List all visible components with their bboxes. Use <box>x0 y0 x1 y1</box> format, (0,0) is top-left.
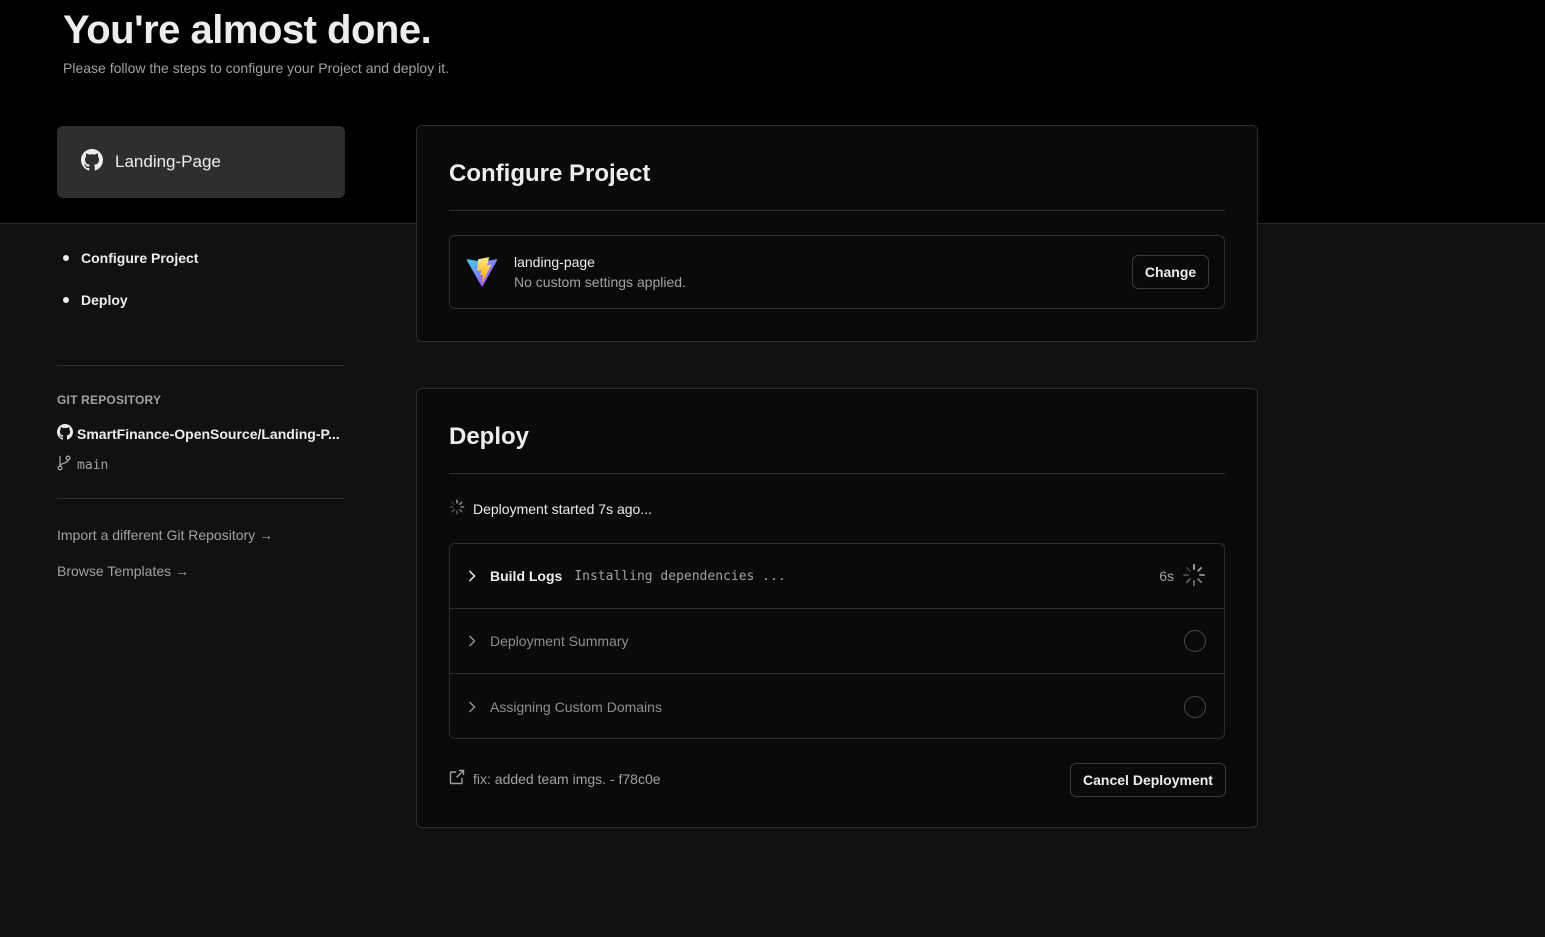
cancel-deployment-button[interactable]: Cancel Deployment <box>1070 763 1226 797</box>
git-repo-link[interactable]: SmartFinance-OpenSource/Landing-P... <box>57 424 345 443</box>
commit-message: fix: added team imgs. - f78c0e <box>473 770 661 787</box>
page-subtitle: Please follow the steps to configure you… <box>63 60 449 76</box>
repo-card: Landing-Page <box>57 126 345 198</box>
step-label: Deployment Summary <box>490 633 629 649</box>
github-icon <box>81 148 103 176</box>
pending-circle-icon <box>1184 630 1206 652</box>
repo-card-name: Landing-Page <box>115 152 221 171</box>
framework-row: landing-page No custom settings applied.… <box>449 235 1225 309</box>
step-label: Configure Project <box>81 250 199 266</box>
deployment-status: Deployment started 7s ago... <box>449 499 652 518</box>
framework-description: No custom settings applied. <box>514 274 686 290</box>
divider <box>449 210 1225 211</box>
step-configure[interactable]: Configure Project <box>57 248 198 268</box>
pending-circle-icon <box>1184 695 1206 718</box>
git-section-label: GIT REPOSITORY <box>57 393 162 407</box>
git-branch: main <box>57 455 108 475</box>
vite-icon <box>466 256 498 293</box>
divider <box>57 365 345 366</box>
spinner-icon <box>1182 563 1206 590</box>
git-branch-icon <box>57 455 71 475</box>
configure-project-card: Configure Project landing-page No custom… <box>416 125 1258 342</box>
step-label: Assigning Custom Domains <box>490 698 662 715</box>
deployment-status-text: Deployment started 7s ago... <box>473 500 652 517</box>
deploy-title: Deploy <box>449 423 530 450</box>
page-title: You're almost done. <box>63 8 432 52</box>
browse-templates-link[interactable]: Browse Templates → <box>57 563 189 579</box>
build-logs-row[interactable]: Build Logs Installing dependencies ... 6… <box>450 544 1224 609</box>
configure-title: Configure Project <box>449 160 651 187</box>
pending-status <box>1184 609 1206 673</box>
deploy-steps: Build Logs Installing dependencies ... 6… <box>449 543 1225 739</box>
step-label: Deploy <box>81 292 128 308</box>
step-label: Build Logs <box>490 568 563 584</box>
build-log-detail: Installing dependencies ... <box>574 568 786 584</box>
github-icon <box>57 424 73 443</box>
chevron-right-icon <box>468 635 480 647</box>
step-dot <box>63 297 69 303</box>
deploy-card: Deploy Deployment started 7s ago... Buil… <box>416 388 1258 828</box>
build-logs-status: 6s <box>1159 544 1206 608</box>
divider <box>57 498 345 499</box>
pending-status <box>1184 674 1206 738</box>
git-branch-name: main <box>77 457 109 473</box>
import-repo-link[interactable]: Import a different Git Repository → <box>57 527 273 543</box>
change-button[interactable]: Change <box>1132 255 1209 289</box>
spinner-icon <box>449 499 465 518</box>
framework-name: landing-page <box>514 254 595 270</box>
divider <box>449 473 1225 474</box>
commit-link[interactable]: fix: added team imgs. - f78c0e <box>449 769 661 788</box>
external-link-icon <box>449 769 465 788</box>
step-deploy[interactable]: Deploy <box>57 290 198 310</box>
chevron-right-icon <box>468 570 480 582</box>
git-repo-name: SmartFinance-OpenSource/Landing-P... <box>77 425 340 442</box>
step-list: Configure Project Deploy <box>57 248 198 332</box>
custom-domains-row[interactable]: Assigning Custom Domains <box>450 674 1224 738</box>
chevron-right-icon <box>468 700 480 713</box>
deployment-summary-row[interactable]: Deployment Summary <box>450 609 1224 674</box>
elapsed-time: 6s <box>1159 568 1174 584</box>
step-dot <box>63 255 69 261</box>
